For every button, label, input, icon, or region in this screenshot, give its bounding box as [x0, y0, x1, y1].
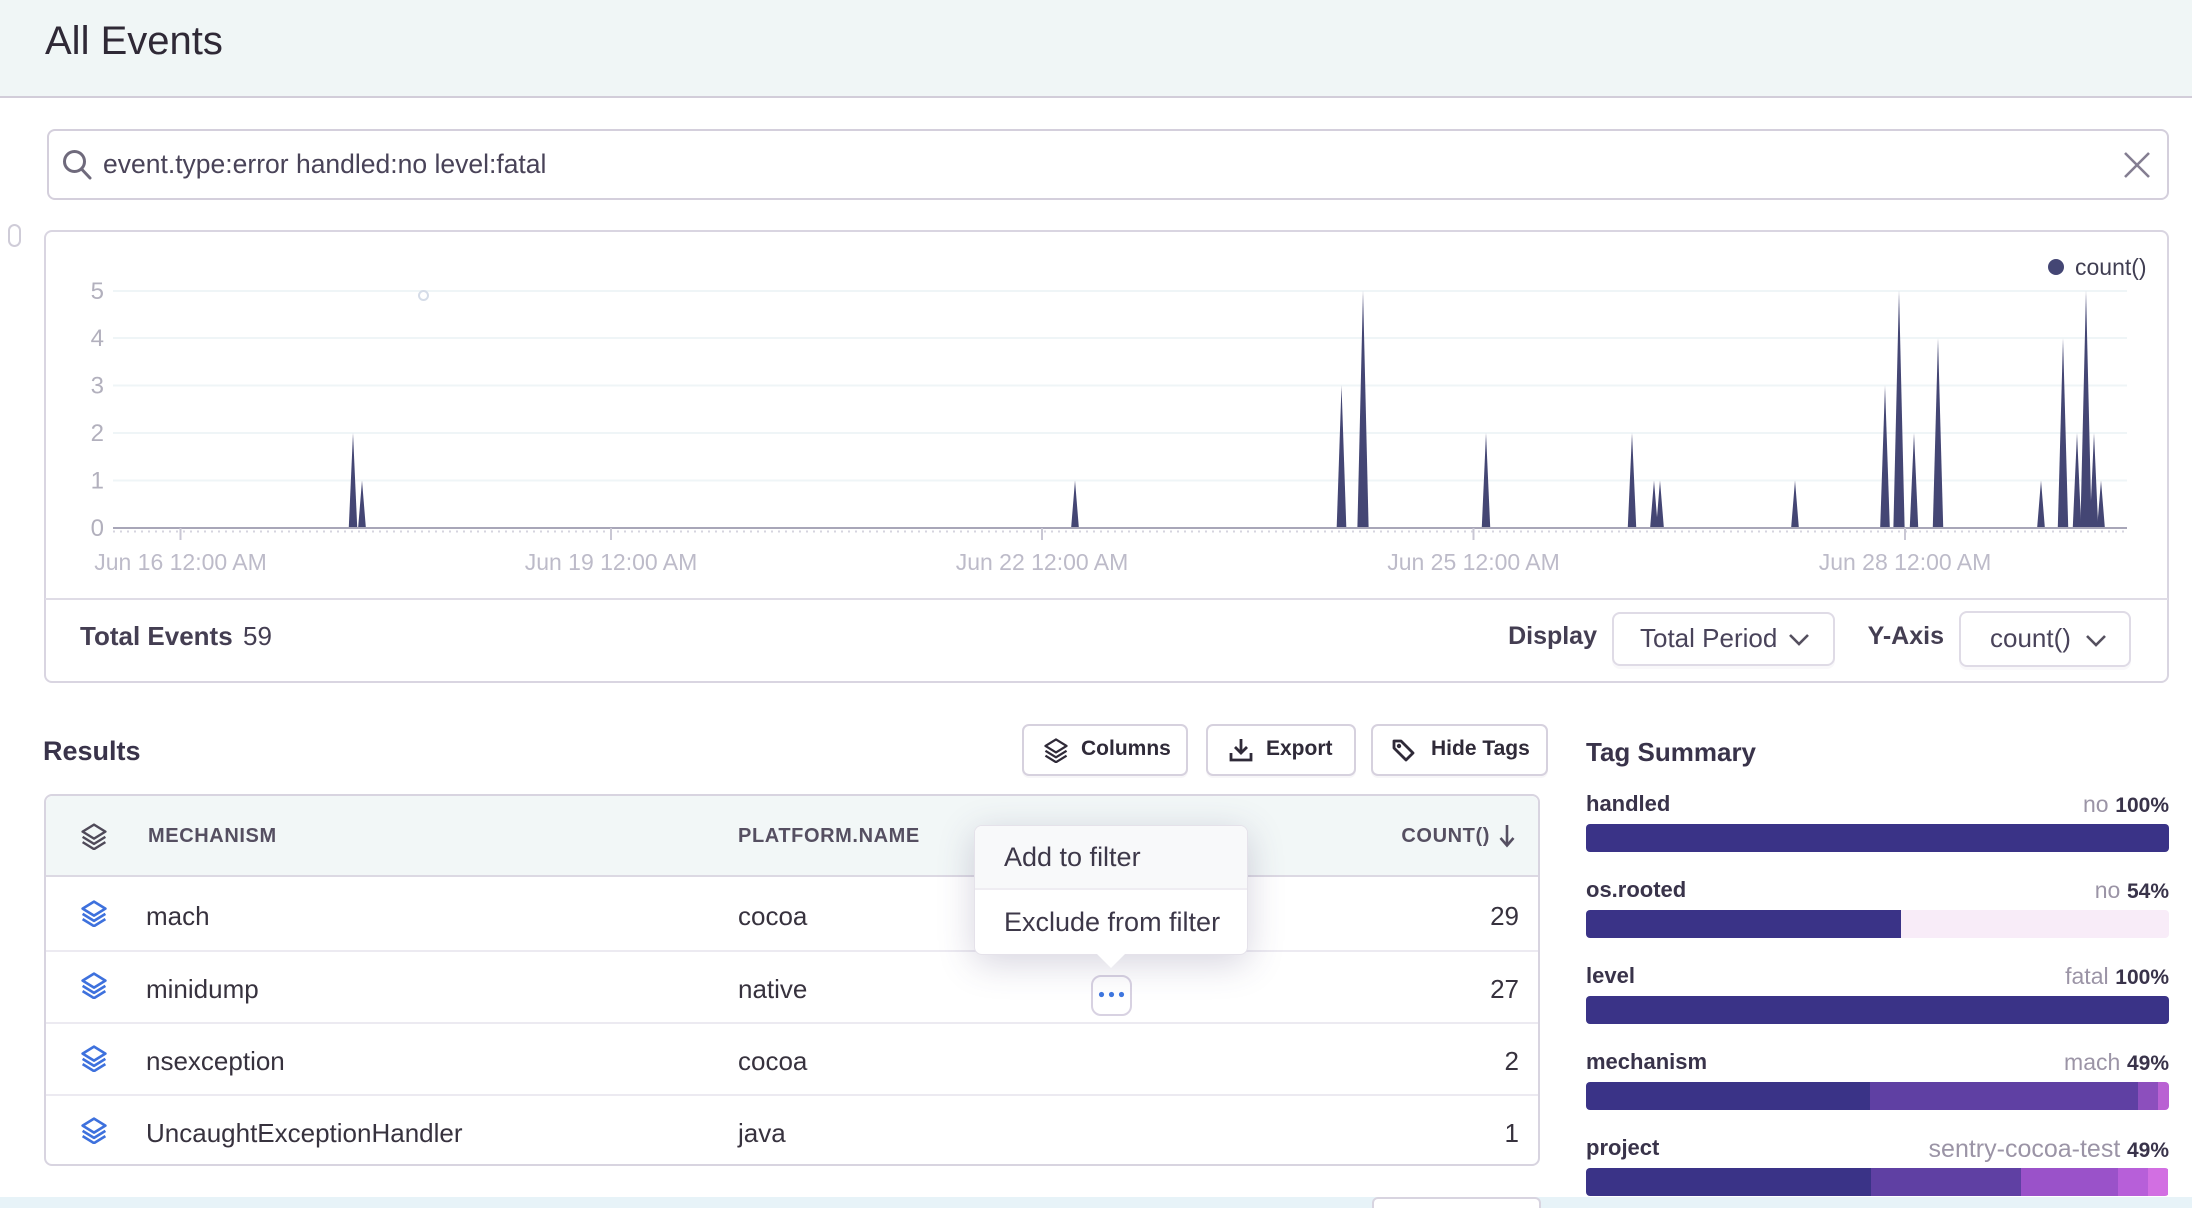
svg-text:Jun 22 12:00 AM: Jun 22 12:00 AM: [956, 549, 1129, 575]
svg-text:count(): count(): [2075, 254, 2147, 280]
svg-text:4: 4: [91, 325, 104, 352]
svg-text:Jun 28 12:00 AM: Jun 28 12:00 AM: [1819, 549, 1992, 575]
svg-text:3: 3: [91, 373, 104, 400]
svg-text:5: 5: [91, 278, 104, 305]
svg-text:Jun 16 12:00 AM: Jun 16 12:00 AM: [94, 549, 267, 575]
svg-text:0: 0: [91, 515, 104, 542]
svg-text:Jun 25 12:00 AM: Jun 25 12:00 AM: [1387, 549, 1560, 575]
svg-text:Jun 19 12:00 AM: Jun 19 12:00 AM: [525, 549, 698, 575]
svg-text:1: 1: [91, 468, 104, 495]
svg-text:2: 2: [91, 420, 104, 447]
